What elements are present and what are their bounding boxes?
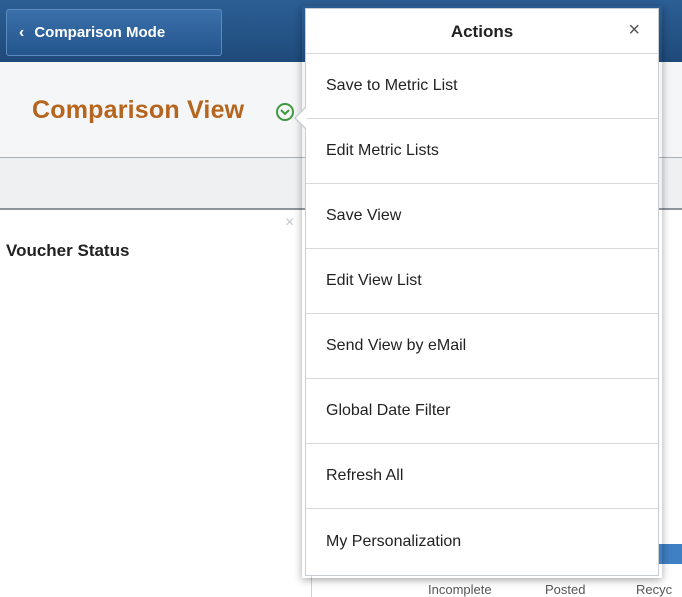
- chevron-left-icon: ‹: [19, 23, 25, 41]
- popup-pointer-fill: [296, 107, 307, 129]
- menu-item-save-to-metric-list[interactable]: Save to Metric List: [306, 54, 658, 119]
- actions-menu: Save to Metric List Edit Metric Lists Sa…: [306, 54, 658, 574]
- menu-item-global-date-filter[interactable]: Global Date Filter: [306, 379, 658, 444]
- menu-item-my-personalization[interactable]: My Personalization: [306, 509, 658, 574]
- tile-title: Voucher Status: [6, 241, 130, 260]
- back-button-label: Comparison Mode: [34, 24, 166, 41]
- menu-item-edit-view-list[interactable]: Edit View List: [306, 249, 658, 314]
- chevron-down-circle-icon[interactable]: [276, 103, 294, 121]
- page-title: Comparison View: [32, 96, 245, 124]
- legend-label-incomplete: Incomplete: [428, 582, 492, 597]
- comparison-view-page: ‹ Comparison Mode Comparison View × Vouc…: [0, 0, 682, 597]
- menu-item-edit-metric-lists[interactable]: Edit Metric Lists: [306, 119, 658, 184]
- close-icon[interactable]: ×: [628, 19, 640, 42]
- menu-item-save-view[interactable]: Save View: [306, 184, 658, 249]
- popup-header: Actions ×: [306, 9, 658, 54]
- popup-title: Actions: [450, 22, 514, 41]
- legend-label-recycle: Recyc: [636, 582, 673, 597]
- chart-legend: Incomplete Posted Recyc: [0, 580, 682, 597]
- menu-item-refresh-all[interactable]: Refresh All: [306, 444, 658, 509]
- menu-item-send-view-by-email[interactable]: Send View by eMail: [306, 314, 658, 379]
- comparison-mode-back-button[interactable]: ‹ Comparison Mode: [6, 9, 222, 56]
- tile-close-icon[interactable]: ×: [285, 214, 294, 232]
- actions-popup: Actions × Save to Metric List Edit Metri…: [305, 8, 659, 576]
- legend-label-posted: Posted: [545, 582, 586, 597]
